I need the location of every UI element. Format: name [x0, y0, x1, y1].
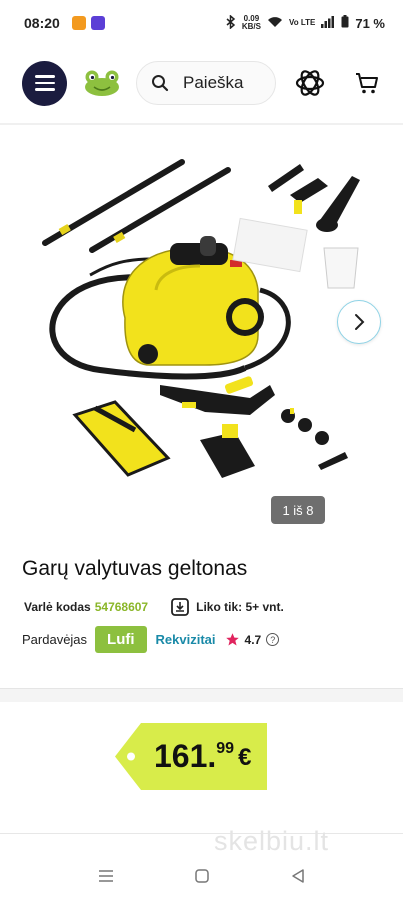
seller-rating: 4.7: [244, 632, 262, 647]
price-integer: 161.: [154, 738, 217, 774]
product-code-label: Varlė kodas: [24, 600, 91, 614]
product-price: 161. 99 €: [154, 738, 251, 775]
site-header: Paieška: [0, 58, 403, 108]
star-icon: [225, 633, 239, 646]
stock-box-icon: [171, 598, 190, 616]
signal-icon: [321, 15, 335, 31]
status-bar: 08:20 0.09 KB/S Vo LTE 71 %: [0, 0, 403, 46]
hamburger-icon-line: [34, 88, 55, 91]
stock-text: Liko tik: 5+ vnt.: [196, 600, 284, 614]
hamburger-icon-line: [34, 81, 55, 85]
hamburger-icon-line: [34, 75, 55, 78]
frog-logo-icon[interactable]: [83, 69, 121, 97]
home-icon[interactable]: [194, 868, 210, 884]
battery-icon: [341, 15, 349, 31]
network-speed-unit: KB/S: [241, 22, 261, 31]
seller-label: Pardavėjas: [22, 632, 88, 647]
product-code-value[interactable]: 54768607: [95, 600, 148, 614]
seller-badge[interactable]: Lufi: [95, 626, 147, 653]
seller-row: Pardavėjas Lufi Rekvizitai 4.7 ?: [22, 626, 280, 653]
status-indicators: 0.09 KB/S Vo LTE 71 %: [226, 13, 385, 32]
seller-details-link[interactable]: Rekvizitai: [156, 632, 216, 647]
search-placeholder: Paieška: [183, 73, 244, 92]
accessories-image: [232, 164, 360, 289]
network-speed: 0.09 KB/S: [242, 15, 261, 31]
openai-icon[interactable]: [293, 66, 327, 100]
recent-apps-icon[interactable]: [98, 868, 114, 884]
brush-accessories-image: [281, 408, 348, 470]
bottom-divider: [0, 833, 403, 834]
product-title: Garų valytuvas geltonas: [22, 557, 248, 580]
network-type: Vo LTE: [288, 18, 316, 27]
bluetooth-icon: [226, 13, 236, 32]
gallery-next-button[interactable]: [337, 300, 381, 344]
steam-gun-image: [160, 376, 275, 415]
header-divider: [0, 123, 403, 125]
cart-icon[interactable]: [355, 71, 379, 95]
gallery-counter: 1 iš 8: [271, 496, 325, 524]
system-nav-bar: [0, 852, 403, 900]
section-divider: [0, 688, 403, 702]
status-app-icons: [71, 16, 105, 30]
search-icon: [152, 75, 169, 92]
chevron-right-icon: [355, 314, 365, 330]
help-icon[interactable]: ?: [266, 633, 280, 646]
product-meta: Varlė kodas 54768607 Liko tik: 5+ vnt.: [24, 597, 284, 617]
notification-app-icon: [90, 16, 105, 30]
back-icon[interactable]: [290, 868, 306, 884]
notification-app-icon: [71, 16, 86, 30]
price-currency: €: [238, 744, 252, 771]
price-decimals: 99: [216, 740, 235, 757]
wifi-icon: [267, 16, 283, 31]
search-bar[interactable]: Paieška: [136, 61, 276, 105]
status-time: 08:20: [24, 15, 60, 31]
menu-button[interactable]: [22, 60, 67, 106]
battery-percent: 71 %: [355, 15, 385, 31]
extension-wand-image: [42, 159, 231, 253]
